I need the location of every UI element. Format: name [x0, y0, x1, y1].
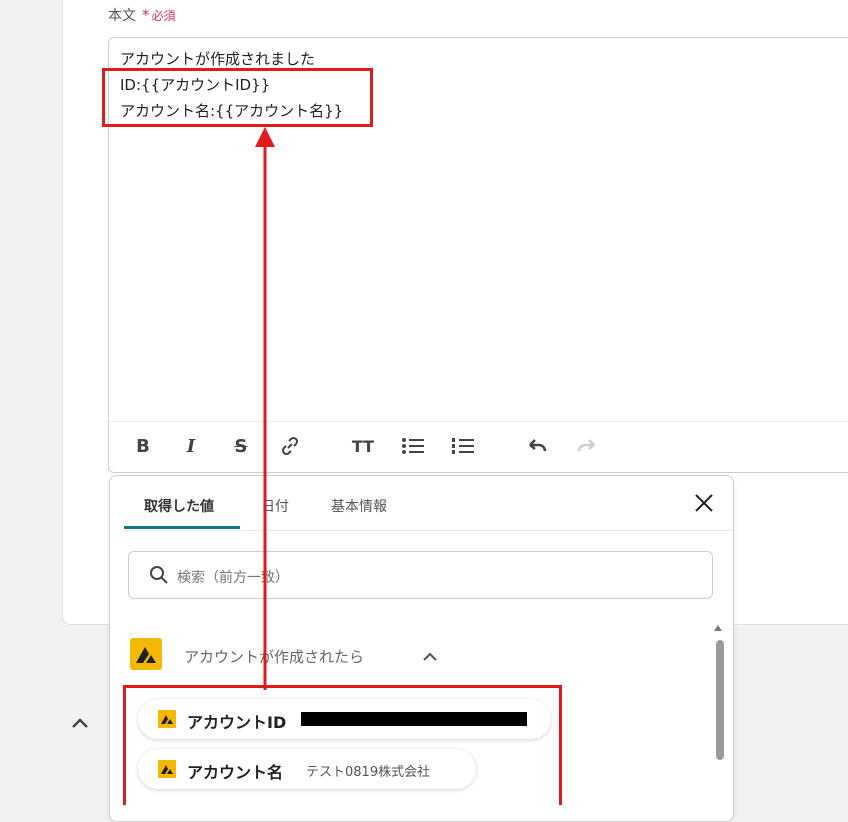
highlight-box-template	[102, 68, 373, 127]
chevron-up-icon[interactable]	[422, 648, 438, 667]
close-icon[interactable]	[693, 492, 715, 514]
tab-basic-info[interactable]: 基本情報	[331, 496, 387, 516]
redo-icon[interactable]	[575, 434, 599, 458]
scroll-up-arrow-icon[interactable]	[714, 625, 722, 631]
annotation-arrow	[255, 127, 275, 690]
link-icon[interactable]	[278, 434, 302, 458]
numbered-list-icon[interactable]	[451, 434, 475, 458]
editor-toolbar: B I S TT	[109, 421, 848, 472]
chevron-up-icon[interactable]	[70, 715, 90, 734]
required-text: 必須	[151, 9, 176, 23]
popup-tabs: 取得した値 日付 基本情報	[124, 476, 733, 531]
body-field-label: 本文 * 必須	[108, 5, 176, 25]
scrollbar-thumb[interactable]	[716, 640, 724, 760]
required-star: *	[142, 6, 150, 24]
bold-icon[interactable]: B	[131, 434, 155, 458]
highlight-box-values	[123, 685, 562, 805]
field-label-text: 本文	[108, 8, 136, 24]
italic-icon[interactable]: I	[179, 434, 203, 458]
text-size-icon[interactable]: TT	[351, 434, 375, 458]
app-logo-icon	[130, 638, 162, 670]
active-tab-indicator	[124, 526, 240, 529]
bullet-list-icon[interactable]	[401, 434, 425, 458]
tab-acquired-values[interactable]: 取得した値	[144, 496, 214, 516]
search-icon	[149, 565, 169, 589]
undo-icon[interactable]	[525, 434, 549, 458]
search-input[interactable]: 検索（前方一致）	[128, 551, 713, 599]
